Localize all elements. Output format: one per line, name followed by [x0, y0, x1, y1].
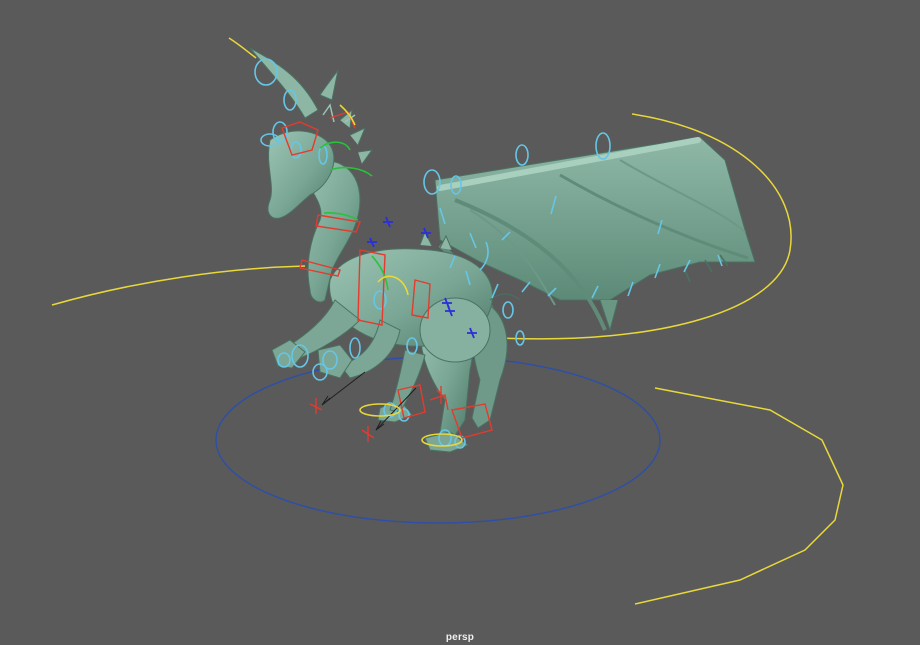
head-curve[interactable]: [228, 37, 257, 59]
tail-curve-right[interactable]: [634, 387, 844, 605]
camera-name-label: persp: [445, 632, 475, 643]
scene-canvas[interactable]: [0, 0, 920, 645]
tail-curve-left[interactable]: [51, 265, 306, 306]
viewport-persp[interactable]: persp: [0, 0, 920, 645]
